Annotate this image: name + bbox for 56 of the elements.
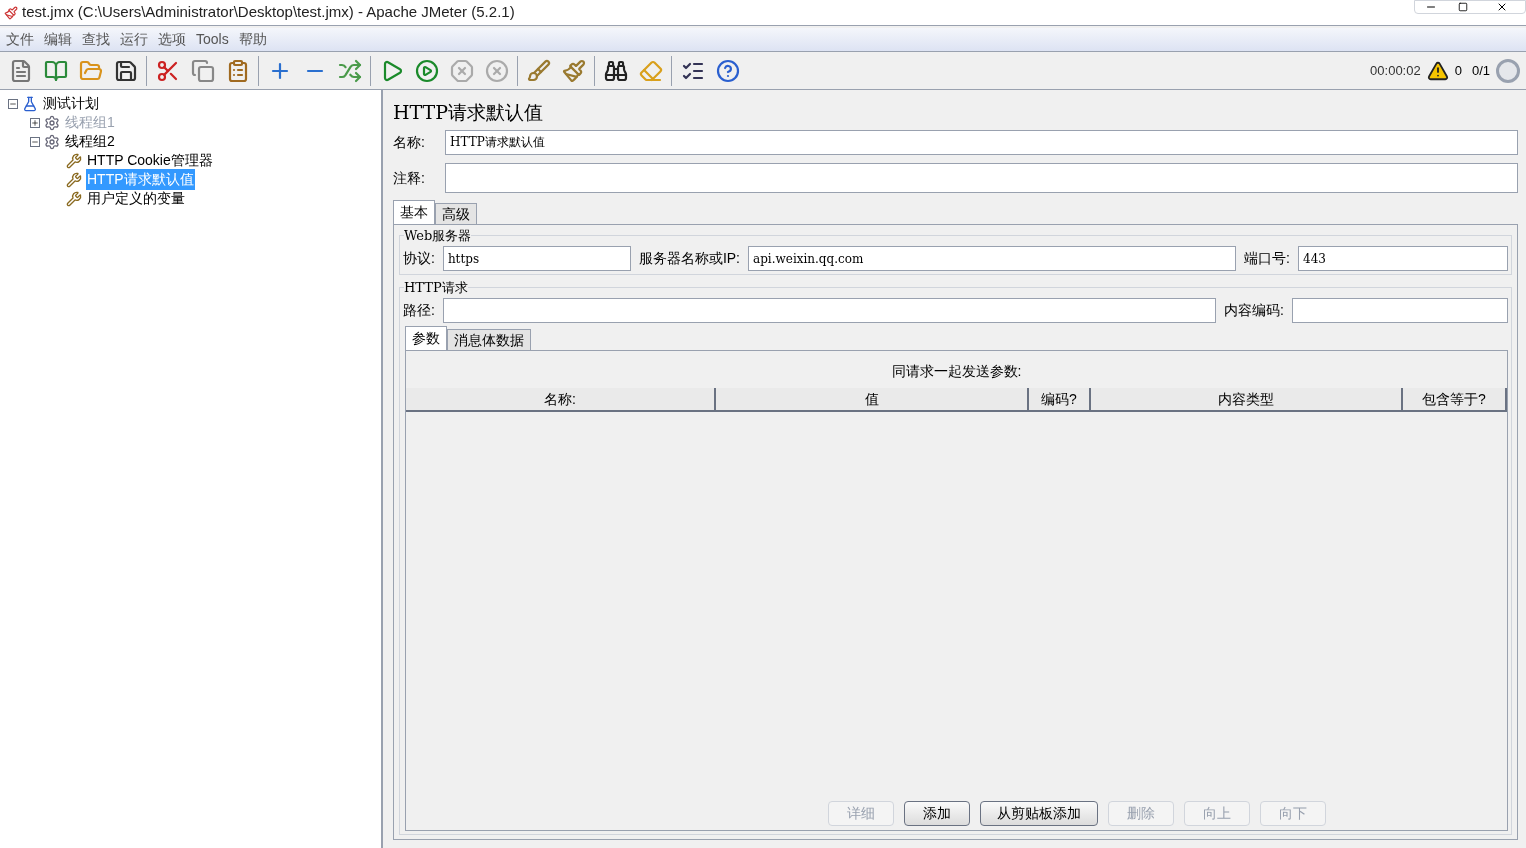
elapsed-time: 00:00:02 (1370, 61, 1421, 80)
thread-count: 0/1 (1471, 61, 1490, 80)
collapse-toggle[interactable] (8, 98, 18, 109)
tools-icon (66, 152, 82, 169)
gear-icon (44, 133, 60, 150)
close-icon (1496, 1, 1508, 13)
menu-item[interactable]: Tools (196, 29, 229, 50)
path-field[interactable] (442, 298, 1217, 323)
menu-item[interactable]: 选项 (158, 29, 186, 50)
encoding-field[interactable] (1292, 298, 1508, 323)
field-label: 名称: (393, 132, 426, 152)
menu-item[interactable]: 编辑 (44, 29, 72, 50)
port-field[interactable]: 443 (1298, 246, 1508, 271)
server-field[interactable]: api.weixin.qq.com (748, 246, 1237, 271)
protocol-field[interactable]: https (442, 246, 631, 271)
menu-item[interactable]: 运行 (120, 29, 148, 50)
action-button[interactable]: 添加 (903, 801, 970, 826)
column-header[interactable]: 编码? (1029, 388, 1091, 410)
field-label: 服务器名称或IP: (638, 249, 740, 268)
tab[interactable]: 消息体数据 (447, 329, 531, 350)
tree-item[interactable]: 测试计划 (42, 93, 100, 114)
column-header[interactable]: 值 (716, 388, 1029, 410)
tools-icon (66, 171, 82, 188)
menu-item[interactable]: 查找 (82, 29, 110, 50)
tab[interactable]: 基本 (393, 200, 435, 224)
action-button[interactable]: 从剪贴板添加 (979, 801, 1098, 826)
column-header[interactable]: 内容类型 (1091, 388, 1403, 410)
name-field[interactable]: HTTP请求默认值 (445, 129, 1518, 155)
maximize-icon (1458, 2, 1468, 12)
menu-item[interactable]: 帮助 (238, 29, 267, 50)
column-header[interactable]: 名称: (406, 388, 716, 410)
flask-icon (22, 95, 38, 112)
field-label: 端口号: (1244, 249, 1290, 268)
window-title: test.jmx (C:\Users\Administrator\Desktop\test.jmx) - Apache JMeter (5.2.1) (22, 2, 515, 23)
comment-field[interactable] (445, 163, 1518, 193)
warning-icon (1426, 59, 1449, 82)
gear-icon (44, 114, 60, 131)
menu-item[interactable]: 文件 (6, 29, 34, 50)
table-caption: 同请求一起发送参数: (891, 362, 1022, 381)
panel-title: HTTP请求默认值 (393, 100, 545, 125)
column-header[interactable]: 包含等于? (1403, 388, 1507, 410)
collapse-toggle[interactable] (30, 136, 40, 147)
field-label: 协议: (403, 249, 435, 268)
field-label: 路径: (403, 301, 435, 320)
field-label: 注释: (393, 168, 426, 188)
tab[interactable]: 高级 (435, 203, 477, 224)
tree-item[interactable]: 用户定义的变量 (86, 188, 186, 209)
app-icon (4, 5, 18, 20)
error-count: 0 (1454, 61, 1462, 80)
status-indicator-icon (1496, 58, 1520, 83)
plus-icon (31, 118, 39, 127)
tab[interactable]: 参数 (405, 326, 447, 350)
tree-item[interactable]: 线程组2 (64, 131, 116, 152)
tools-icon (66, 190, 82, 207)
tree-item[interactable]: HTTP Cookie管理器 (86, 150, 214, 171)
field-label: 内容编码: (1224, 301, 1284, 320)
